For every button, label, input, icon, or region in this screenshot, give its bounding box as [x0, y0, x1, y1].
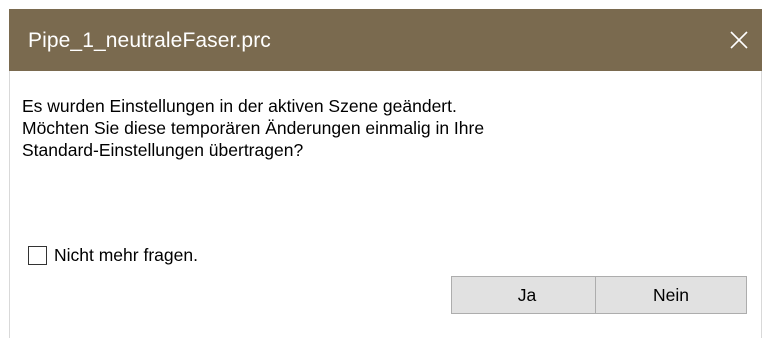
message-line: Möchten Sie diese temporären Änderungen …: [22, 118, 485, 138]
dialog-window: Pipe_1_neutraleFaser.prc Es wurden Einst…: [9, 9, 762, 338]
dont-ask-again-label[interactable]: Nicht mehr fragen.: [54, 245, 198, 266]
message-line: Es wurden Einstellungen in der aktiven S…: [22, 96, 457, 116]
title-bar[interactable]: Pipe_1_neutraleFaser.prc: [9, 9, 762, 71]
message-line: Standard-Einstellungen übertragen?: [22, 140, 304, 160]
dialog-body: Es wurden Einstellungen in der aktiven S…: [9, 71, 762, 338]
yes-button[interactable]: Ja: [451, 276, 603, 314]
window-title: Pipe_1_neutraleFaser.prc: [28, 29, 271, 52]
close-icon: [730, 31, 748, 49]
dialog-message: Es wurden Einstellungen in der aktiven S…: [22, 95, 484, 161]
dont-ask-again-checkbox[interactable]: [28, 246, 47, 265]
close-button[interactable]: [716, 9, 762, 71]
dont-ask-again-row[interactable]: Nicht mehr fragen.: [28, 245, 198, 266]
no-button[interactable]: Nein: [595, 276, 747, 314]
